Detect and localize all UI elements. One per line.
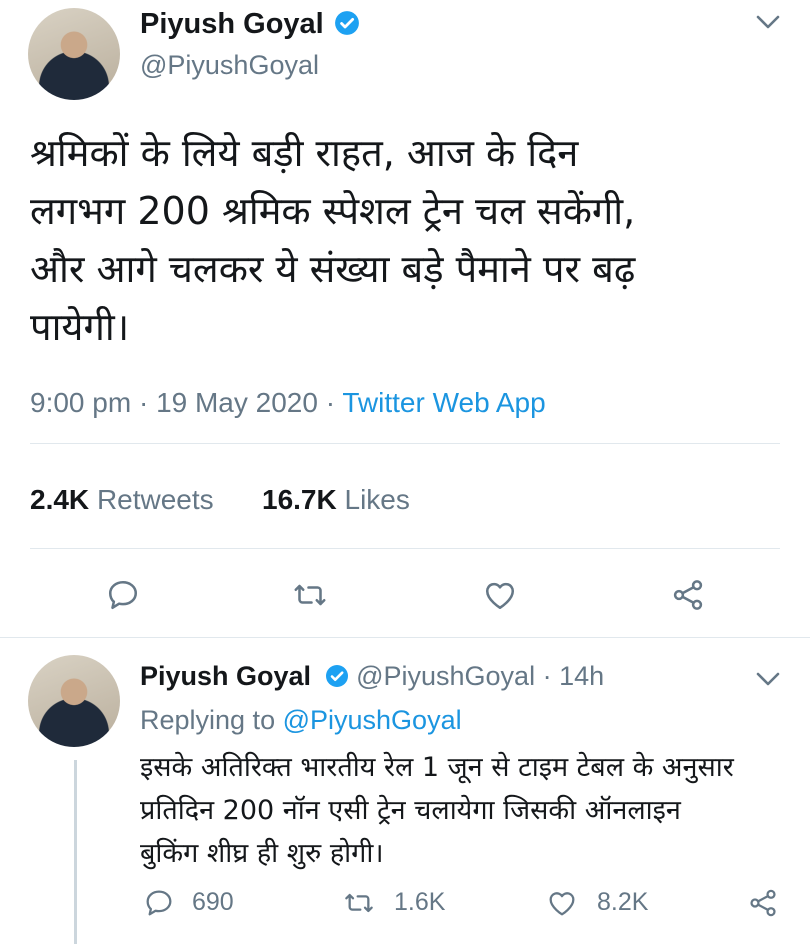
reply-author-avatar[interactable] <box>28 655 120 747</box>
author-handle[interactable]: @PiyushGoyal <box>140 50 319 81</box>
retweet-count: 1.6K <box>394 888 446 916</box>
tweet-separator <box>0 637 810 638</box>
like-icon[interactable] <box>482 577 518 613</box>
like-icon[interactable] <box>546 887 578 919</box>
author-avatar[interactable] <box>28 8 120 100</box>
reply-icon[interactable] <box>143 887 175 919</box>
chevron-down-icon[interactable] <box>755 671 781 687</box>
likes-count: 16.7K <box>262 484 337 515</box>
tweet-date[interactable]: 19 May 2020 <box>156 387 318 418</box>
verified-icon <box>335 11 360 35</box>
reply-icon[interactable] <box>105 577 141 613</box>
reply-count: 690 <box>192 888 234 916</box>
retweets-stat[interactable]: 2.4K Retweets <box>30 484 214 516</box>
author-name-row: Piyush Goyal <box>140 8 360 41</box>
verified-icon <box>325 665 348 687</box>
retweets-count: 2.4K <box>30 484 90 515</box>
tweet-time[interactable]: 9:00 pm <box>30 387 131 418</box>
share-icon[interactable] <box>670 577 706 613</box>
like-count: 8.2K <box>597 888 649 916</box>
header-separator: · <box>542 661 552 691</box>
retweet-icon[interactable] <box>292 577 328 613</box>
tweet-meta: 9:00 pm · 19 May 2020 · Twitter Web App <box>30 387 546 419</box>
reply-header: Piyush Goyal @PiyushGoyal · 14h <box>140 661 604 692</box>
thread-line <box>74 760 77 944</box>
share-icon[interactable] <box>747 887 779 919</box>
likes-label: Likes <box>344 484 410 515</box>
tweet-source-link[interactable]: Twitter Web App <box>342 387 545 418</box>
tweet-text: श्रमिकों के लिये बड़ी राहत, आज के दिन लग… <box>30 131 636 349</box>
meta-separator: · <box>131 387 157 418</box>
meta-separator: · <box>317 387 343 418</box>
reply-text: इसके अतिरिक्त भारतीय रेल 1 जून से टाइम ट… <box>140 752 734 869</box>
replying-to-handle[interactable]: @PiyushGoyal <box>283 705 462 735</box>
replying-to: Replying to @PiyushGoyal <box>140 705 462 736</box>
likes-stat[interactable]: 16.7K Likes <box>262 484 410 516</box>
divider <box>30 548 780 549</box>
retweet-icon[interactable] <box>343 887 375 919</box>
chevron-down-icon[interactable] <box>755 14 781 30</box>
reply-age[interactable]: 14h <box>559 661 604 691</box>
author-name[interactable]: Piyush Goyal <box>140 8 324 40</box>
divider <box>30 443 780 444</box>
reply-author-handle[interactable]: @PiyushGoyal <box>356 661 535 691</box>
replying-to-label: Replying to <box>140 705 276 735</box>
retweets-label: Retweets <box>96 484 214 515</box>
reply-author-name[interactable]: Piyush Goyal <box>140 661 311 691</box>
